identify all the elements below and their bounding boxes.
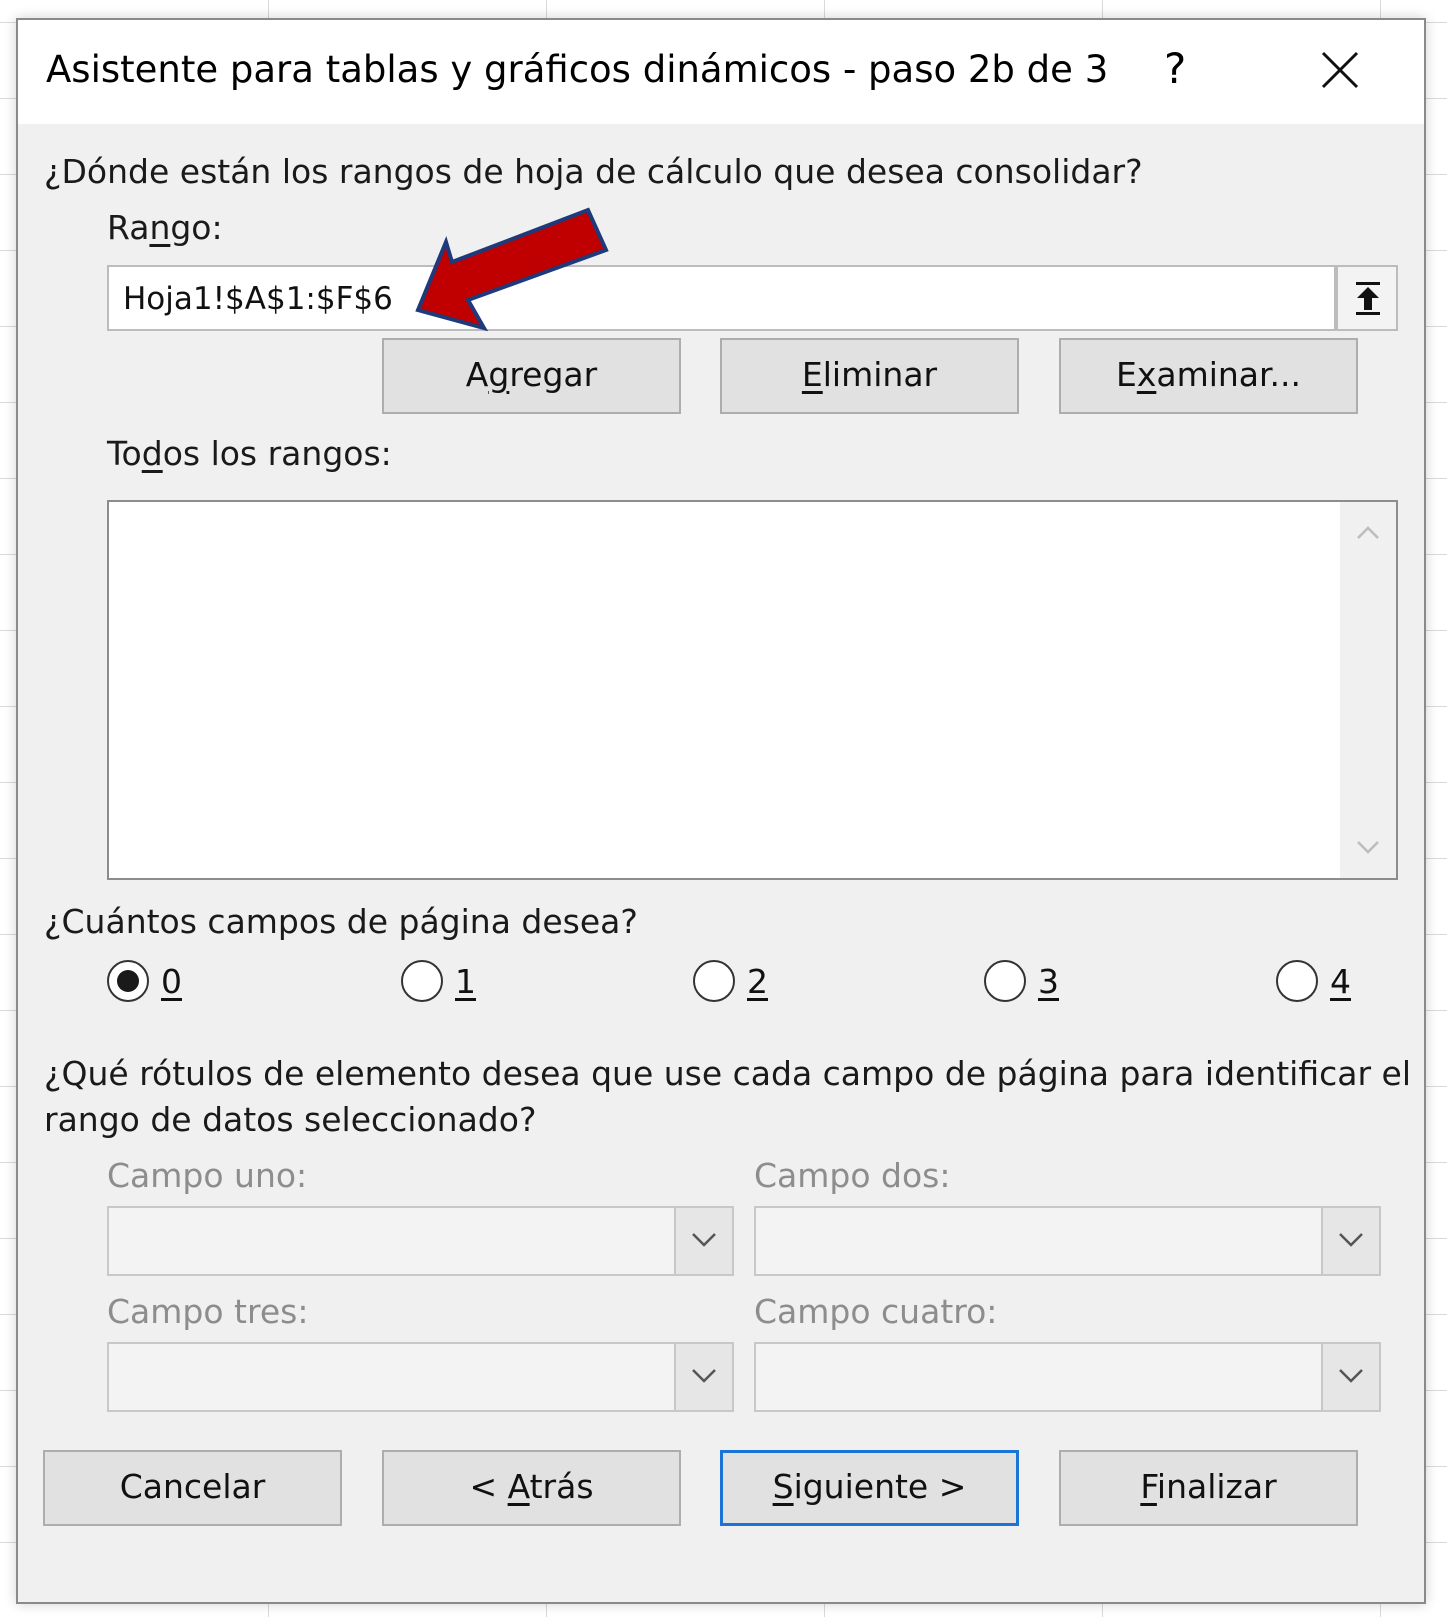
campo-tres-label: Campo tres:: [107, 1292, 309, 1331]
page-fields-label-3: 3: [1038, 962, 1059, 1001]
campo-uno-dropdown[interactable]: [674, 1208, 732, 1274]
eliminar-button[interactable]: Eliminar: [720, 338, 1019, 414]
page-fields-radio-1[interactable]: [401, 960, 443, 1002]
page-fields-radio-3[interactable]: [984, 960, 1026, 1002]
campo-tres-combo[interactable]: [107, 1342, 734, 1412]
campo-cuatro-combo[interactable]: [754, 1342, 1381, 1412]
help-button[interactable]: ?: [1164, 44, 1186, 93]
question-item-labels-line2: rango de datos seleccionado?: [44, 1100, 537, 1139]
todos-los-rangos-label: Todos los rangos:: [107, 434, 392, 473]
annotation-arrow-icon: [415, 207, 609, 332]
page-fields-label-0: 0: [161, 962, 182, 1001]
finalizar-button[interactable]: Finalizar: [1059, 1450, 1358, 1526]
campo-cuatro-label: Campo cuatro:: [754, 1292, 998, 1331]
collapse-dialog-icon: [1356, 282, 1380, 315]
page-fields-label-2: 2: [747, 962, 768, 1001]
siguiente-button[interactable]: Siguiente >: [720, 1450, 1019, 1526]
question-ranges: ¿Dónde están los rangos de hoja de cálcu…: [44, 152, 1143, 191]
cancelar-button[interactable]: Cancelar: [43, 1450, 342, 1526]
campo-tres-dropdown[interactable]: [674, 1344, 732, 1410]
listbox-scrollbar[interactable]: [1340, 502, 1396, 878]
chevron-down-icon: [1339, 1233, 1363, 1247]
scroll-up-icon[interactable]: [1356, 524, 1380, 540]
chevron-down-icon: [692, 1369, 716, 1383]
page-fields-radio-2[interactable]: [693, 960, 735, 1002]
pivot-wizard-dialog: Asistente para tablas y gráficos dinámic…: [16, 18, 1426, 1604]
scroll-down-icon[interactable]: [1356, 840, 1380, 856]
chevron-down-icon: [1339, 1369, 1363, 1383]
campo-cuatro-dropdown[interactable]: [1321, 1344, 1379, 1410]
collapse-dialog-button[interactable]: [1336, 265, 1398, 331]
dialog-title: Asistente para tablas y gráficos dinámic…: [46, 48, 1109, 91]
rango-input[interactable]: Hoja1!$A$1:$F$6: [107, 265, 1336, 331]
close-button[interactable]: [1320, 50, 1360, 90]
campo-uno-combo[interactable]: [107, 1206, 734, 1276]
rango-label: Rango:: [107, 208, 223, 247]
campo-dos-dropdown[interactable]: [1321, 1208, 1379, 1274]
question-item-labels-line1: ¿Qué rótulos de elemento desea que use c…: [44, 1054, 1412, 1093]
page-fields-label-1: 1: [455, 962, 476, 1001]
title-bar: Asistente para tablas y gráficos dinámic…: [18, 20, 1424, 124]
campo-dos-label: Campo dos:: [754, 1156, 951, 1195]
page-fields-radio-0[interactable]: [107, 960, 149, 1002]
campo-uno-label: Campo uno:: [107, 1156, 308, 1195]
campo-dos-combo[interactable]: [754, 1206, 1381, 1276]
examinar-button[interactable]: Examinar...: [1059, 338, 1358, 414]
ranges-listbox[interactable]: [107, 500, 1398, 880]
page-fields-radio-4[interactable]: [1276, 960, 1318, 1002]
close-icon: [1321, 51, 1359, 89]
question-page-fields: ¿Cuántos campos de página desea?: [44, 902, 638, 941]
page-fields-label-4: 4: [1330, 962, 1351, 1001]
chevron-down-icon: [692, 1233, 716, 1247]
atras-button[interactable]: < Atrás: [382, 1450, 681, 1526]
